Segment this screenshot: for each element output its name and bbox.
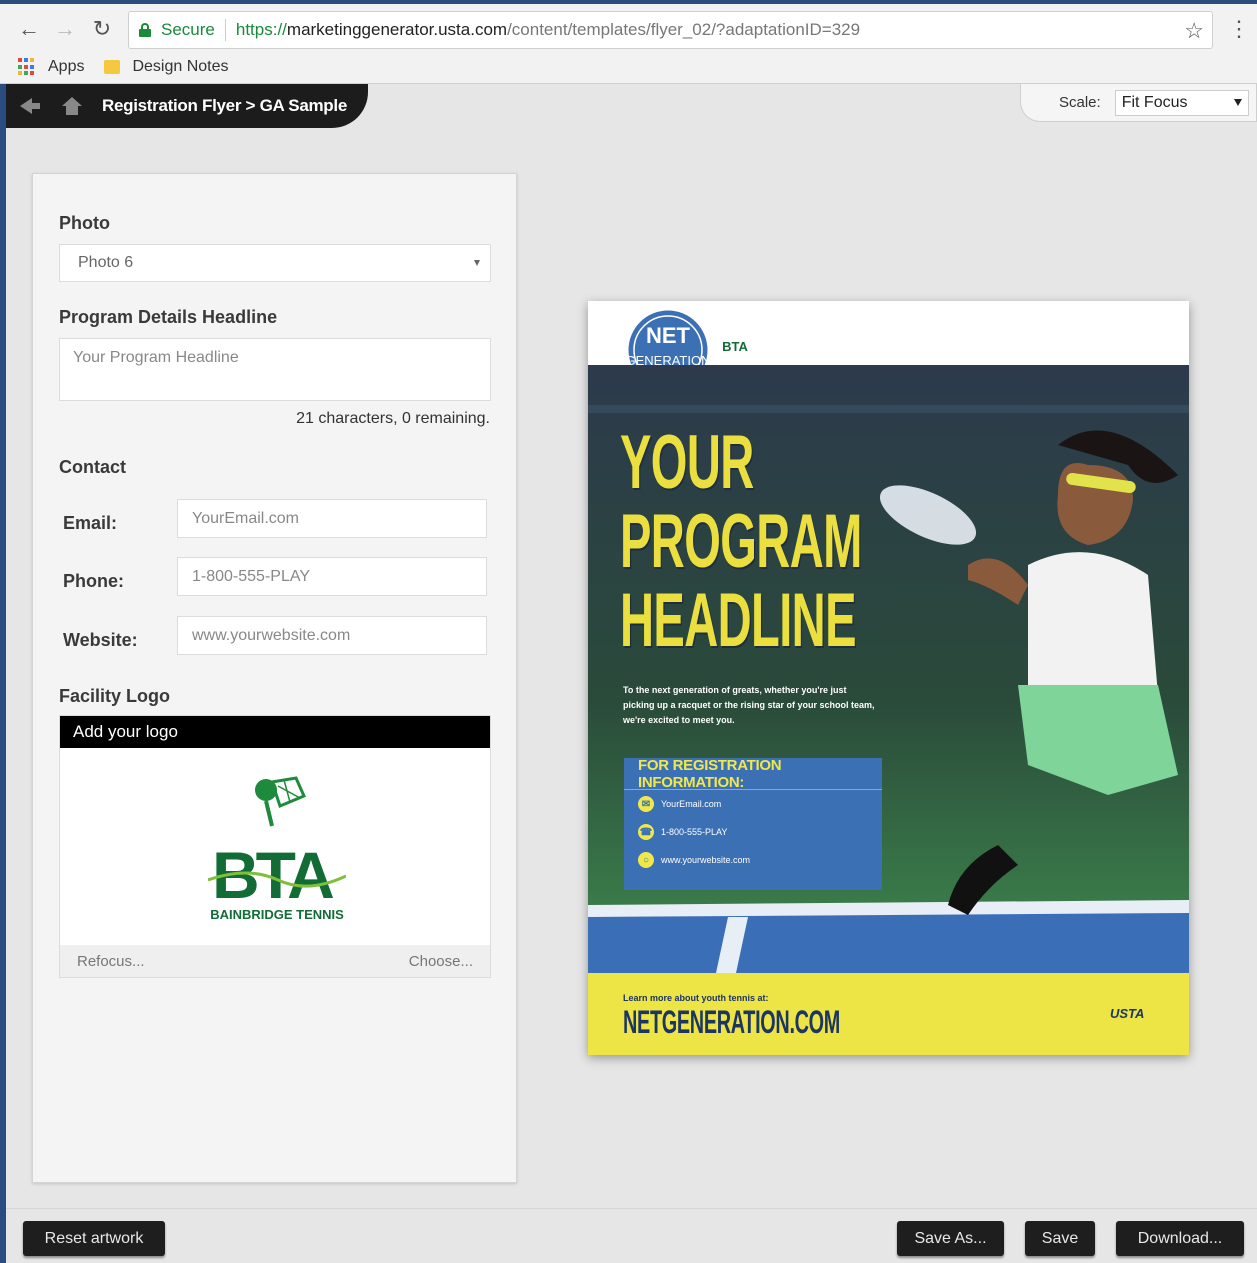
headline-line: YOUR <box>620 420 754 505</box>
website-field[interactable]: www.yourwebsite.com <box>177 616 487 655</box>
flyer-blurb: To the next generation of greats, whethe… <box>623 685 875 725</box>
logo-text: BAINBRIDGE TENNIS <box>210 907 344 922</box>
registration-box: FOR REGISTRATION INFORMATION: ✉ YourEmai… <box>624 757 882 890</box>
registration-email: ✉ YourEmail.com <box>624 790 882 818</box>
bottom-toolbar: Reset artwork Save As... Save Download..… <box>6 1208 1257 1263</box>
facility-logo-image: BTA BAINBRIDGE TENNIS <box>208 776 346 922</box>
website-label: Website: <box>63 630 138 650</box>
reset-artwork-button[interactable]: Reset artwork <box>23 1221 165 1256</box>
contact-label: Contact <box>59 457 126 477</box>
bookmark-apps[interactable]: Apps <box>48 58 84 76</box>
choose-button[interactable]: Choose... <box>409 953 473 970</box>
save-as-button[interactable]: Save As... <box>897 1221 1004 1256</box>
email-icon: ✉ <box>638 796 654 812</box>
learn-more-text: Learn more about youth tennis at: <box>623 993 769 1003</box>
folder-icon <box>104 60 121 74</box>
phone-icon: ☎ <box>638 824 654 840</box>
add-logo-header[interactable]: Add your logo <box>60 716 490 748</box>
forward-arrow-icon[interactable]: → <box>52 16 78 42</box>
svg-text:BTA: BTA <box>722 339 748 354</box>
reload-icon[interactable]: ↻ <box>89 16 115 42</box>
browser-chrome: ← → ↻ Secure https:// marketinggenerator… <box>0 0 1257 84</box>
download-button[interactable]: Download... <box>1116 1221 1244 1256</box>
logo-footer: Refocus... Choose... <box>60 945 490 977</box>
star-icon[interactable]: ☆ <box>1184 18 1204 44</box>
headline-input[interactable]: Your Program Headline <box>59 338 491 401</box>
flyer-header: NET GENERATION BTA <box>588 301 1189 393</box>
net-generation-logo: NET GENERATION BTA <box>625 307 748 393</box>
refocus-button[interactable]: Refocus... <box>77 953 145 970</box>
facility-logo-label: Facility Logo <box>59 686 171 706</box>
flyer-preview: NET GENERATION BTA YOUR PROGRAM HEADLINE… <box>588 301 1189 1055</box>
usta-logo: USTA <box>1110 1006 1145 1021</box>
registration-phone-text: 1-800-555-PLAY <box>661 827 728 837</box>
scale-control: Scale: Fit Focus <box>1020 84 1257 122</box>
scale-label: Scale: <box>1059 94 1101 111</box>
url-path: /content/templates/flyer_02/?adaptationI… <box>507 20 861 39</box>
phone-field[interactable]: 1-800-555-PLAY <box>177 557 487 596</box>
flyer-headline: YOUR PROGRAM HEADLINE <box>620 420 862 663</box>
apps-icon[interactable] <box>18 58 36 76</box>
photo-value: Photo 6 <box>78 254 134 271</box>
menu-icon[interactable]: ⋮ <box>1228 18 1250 40</box>
registration-phone: ☎ 1-800-555-PLAY <box>624 818 882 846</box>
bookmarks-bar: Apps Design Notes <box>18 58 229 76</box>
scale-value: Fit Focus <box>1121 93 1188 111</box>
bookmark-design-notes[interactable]: Design Notes <box>132 58 228 76</box>
secure-label: Secure <box>161 20 215 39</box>
breadcrumb: Registration Flyer > GA Sample <box>6 84 368 128</box>
dropdown-icon <box>1233 99 1242 106</box>
registration-title: FOR REGISTRATION INFORMATION: <box>624 757 882 791</box>
registration-website: ○ www.yourwebsite.com <box>624 846 882 874</box>
svg-text:NET: NET <box>646 323 691 348</box>
email-label: Email: <box>63 513 118 533</box>
netgeneration-url: NETGENERATION.COM <box>623 1004 841 1040</box>
registration-email-text: YourEmail.com <box>661 799 722 809</box>
phone-label: Phone: <box>63 571 124 591</box>
char-count: 21 characters, 0 remaining. <box>296 410 490 427</box>
dropdown-icon <box>474 260 480 266</box>
home-icon[interactable] <box>62 97 82 115</box>
address-bar[interactable]: Secure https:// marketinggenerator.usta.… <box>128 11 1213 49</box>
headline-label: Program Details Headline <box>59 307 278 327</box>
globe-icon: ○ <box>638 852 654 868</box>
headline-line: PROGRAM <box>620 499 862 584</box>
lock-icon <box>139 23 151 37</box>
photo-label: Photo <box>59 213 110 233</box>
url-separator <box>224 19 226 41</box>
registration-website-text: www.yourwebsite.com <box>661 855 751 865</box>
back-arrow-icon[interactable] <box>20 98 40 114</box>
svg-text:GENERATION: GENERATION <box>626 353 711 365</box>
email-field[interactable]: YourEmail.com <box>177 499 487 538</box>
save-button[interactable]: Save <box>1025 1221 1095 1256</box>
url-host: marketinggenerator.usta.com <box>286 20 508 39</box>
url-scheme: https:// <box>235 20 287 39</box>
flyer-footer: Learn more about youth tennis at: NETGEN… <box>588 973 1189 1055</box>
edit-panel: Photo Photo 6 Program Details Headline Y… <box>32 173 517 1183</box>
back-arrow-icon[interactable]: ← <box>16 16 42 42</box>
scale-select[interactable]: Fit Focus <box>1114 89 1249 116</box>
logo-box: Add your logo BTA BAINBRIDGE TENNIS Refo… <box>59 715 491 978</box>
photo-select[interactable]: Photo 6 <box>59 244 491 282</box>
headline-line: HEADLINE <box>620 578 857 663</box>
breadcrumb-text[interactable]: Registration Flyer > GA Sample <box>102 96 347 116</box>
